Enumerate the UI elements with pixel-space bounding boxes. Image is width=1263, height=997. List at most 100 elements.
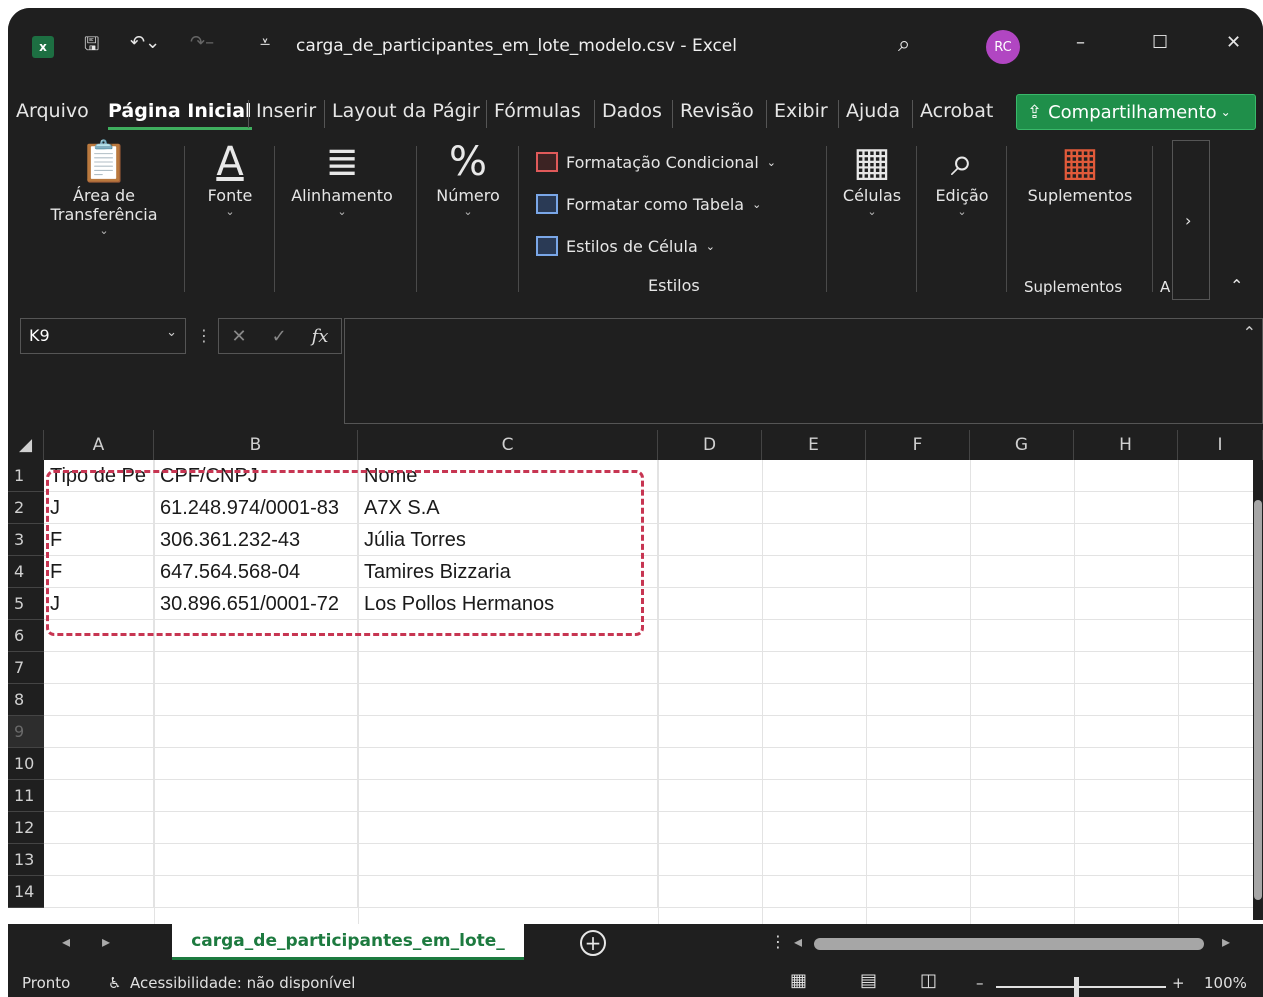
number-group[interactable]: % Número ⌄ <box>420 138 516 298</box>
table-cell[interactable]: 61.248.974/0001-83 <box>154 492 358 524</box>
scroll-right-icon[interactable]: ▸ <box>1222 932 1230 951</box>
table-cell[interactable] <box>358 748 658 780</box>
avatar[interactable]: RC <box>986 30 1020 64</box>
table-cell[interactable] <box>44 652 154 684</box>
tab-exibir[interactable]: Exibir <box>774 100 828 122</box>
split-handle-icon[interactable]: ⋮ <box>770 932 786 951</box>
select-all-corner[interactable]: ◢ <box>8 430 44 460</box>
table-cell[interactable]: 647.564.568-04 <box>154 556 358 588</box>
table-cell[interactable]: Los Pollos Hermanos <box>358 588 658 620</box>
table-cell[interactable] <box>44 620 154 652</box>
table-cell[interactable]: F <box>44 524 154 556</box>
row-header[interactable]: 2 <box>8 492 44 524</box>
tab-formulas[interactable]: Fórmulas <box>494 100 581 122</box>
tab-dados[interactable]: Dados <box>602 100 662 122</box>
row-header[interactable]: 10 <box>8 748 44 780</box>
prev-sheet-icon[interactable]: ◂ <box>62 932 70 951</box>
table-cell[interactable] <box>154 876 358 908</box>
save-icon[interactable]: 🖫 <box>84 32 99 62</box>
table-cell[interactable] <box>44 812 154 844</box>
close-icon[interactable]: ✕ <box>1226 32 1241 53</box>
addins-group[interactable]: ▦ Suplementos <box>1012 138 1148 298</box>
table-cell[interactable] <box>154 716 358 748</box>
zoom-out-icon[interactable]: – <box>976 974 984 992</box>
row-header[interactable]: 8 <box>8 684 44 716</box>
column-header[interactable]: E <box>762 430 866 460</box>
table-cell[interactable] <box>358 876 658 908</box>
column-header[interactable]: C <box>358 430 658 460</box>
table-cell[interactable] <box>44 780 154 812</box>
table-cell[interactable] <box>358 620 658 652</box>
table-cell[interactable]: 30.896.651/0001-72 <box>154 588 358 620</box>
table-cell[interactable]: J <box>44 492 154 524</box>
page-break-icon[interactable]: ◫ <box>920 970 937 991</box>
collapse-ribbon-icon[interactable]: ⌃ <box>1230 276 1243 295</box>
collapse-formula-icon[interactable]: ⌃ <box>1243 323 1256 342</box>
table-cell[interactable] <box>44 684 154 716</box>
clipboard-group[interactable]: 📋 Área de Transferência ⌄ <box>30 138 178 298</box>
tab-layout[interactable]: Layout da Págir <box>332 100 480 122</box>
customize-toolbar-icon[interactable]: ⩡ <box>260 32 270 53</box>
minimize-icon[interactable]: – <box>1076 32 1085 53</box>
table-cell[interactable]: CPF/CNPJ <box>154 460 358 492</box>
table-cell[interactable] <box>44 876 154 908</box>
tab-ajuda[interactable]: Ajuda <box>846 100 900 122</box>
tab-revisao[interactable]: Revisão <box>680 100 754 122</box>
row-header[interactable]: 3 <box>8 524 44 556</box>
redo-icon[interactable]: ↷– <box>190 32 214 53</box>
alignment-group[interactable]: ≣ Alinhamento ⌄ <box>278 138 406 298</box>
more-options-icon[interactable]: ⋮ <box>196 326 212 345</box>
table-cell[interactable]: Júlia Torres <box>358 524 658 556</box>
add-sheet-icon[interactable]: + <box>580 930 606 956</box>
row-header[interactable]: 13 <box>8 844 44 876</box>
table-cell[interactable] <box>154 684 358 716</box>
column-header[interactable]: G <box>970 430 1074 460</box>
scroll-left-icon[interactable]: ◂ <box>794 932 802 951</box>
table-cell[interactable]: Tamires Bizzaria <box>358 556 658 588</box>
column-header[interactable]: B <box>154 430 358 460</box>
table-cell[interactable] <box>154 780 358 812</box>
table-cell[interactable]: Tipo de Pe <box>44 460 154 492</box>
table-cell[interactable] <box>154 620 358 652</box>
table-cell[interactable] <box>44 844 154 876</box>
table-cell[interactable] <box>154 748 358 780</box>
confirm-icon[interactable]: ✓ <box>272 326 287 347</box>
table-cell[interactable] <box>358 652 658 684</box>
column-header[interactable]: I <box>1178 430 1263 460</box>
tab-arquivo[interactable]: Arquivo <box>16 100 89 122</box>
table-cell[interactable]: F <box>44 556 154 588</box>
undo-icon[interactable]: ↶⌄ <box>130 32 160 53</box>
table-cell[interactable] <box>154 812 358 844</box>
cell-styles-button[interactable]: Estilos de Célula ⌄ <box>536 236 715 256</box>
table-cell[interactable] <box>358 684 658 716</box>
horizontal-scroll-thumb[interactable] <box>814 938 1204 950</box>
font-group[interactable]: A Fonte ⌄ <box>188 138 272 298</box>
row-header[interactable]: 11 <box>8 780 44 812</box>
row-header[interactable]: 5 <box>8 588 44 620</box>
column-header[interactable]: D <box>658 430 762 460</box>
search-icon[interactable]: ⌕ <box>898 32 910 57</box>
row-header[interactable]: 6 <box>8 620 44 652</box>
spreadsheet-grid[interactable]: ◢ A B C D E F G H I 1 Tipo de Pe CPF/CNPJ N… <box>8 430 1263 924</box>
sheet-tab-active[interactable]: carga_de_participantes_em_lote_ <box>172 924 524 960</box>
table-cell[interactable]: J <box>44 588 154 620</box>
normal-view-icon[interactable]: ▦ <box>790 970 807 991</box>
zoom-level[interactable]: 100% <box>1204 974 1247 992</box>
table-cell[interactable] <box>154 844 358 876</box>
zoom-thumb[interactable] <box>1074 977 1079 997</box>
editing-group[interactable]: ⌕ Edição ⌄ <box>920 138 1004 298</box>
table-cell[interactable]: Nome <box>358 460 658 492</box>
name-box[interactable]: K9 ⌄ <box>20 318 186 354</box>
accessibility-icon[interactable]: ♿ <box>108 974 121 992</box>
row-header[interactable]: 12 <box>8 812 44 844</box>
tab-inserir[interactable]: Inserir <box>256 100 316 122</box>
zoom-slider[interactable] <box>996 986 1166 988</box>
cancel-icon[interactable]: ✕ <box>231 326 246 347</box>
format-as-table-button[interactable]: Formatar como Tabela ⌄ <box>536 194 761 214</box>
table-cell[interactable] <box>154 652 358 684</box>
page-layout-icon[interactable]: ▤ <box>860 970 877 991</box>
next-sheet-icon[interactable]: ▸ <box>102 932 110 951</box>
maximize-icon[interactable]: ☐ <box>1152 32 1168 53</box>
formula-input[interactable]: ⌃ <box>344 318 1263 424</box>
tab-pagina-inicial[interactable]: Página Inicial <box>108 100 252 130</box>
